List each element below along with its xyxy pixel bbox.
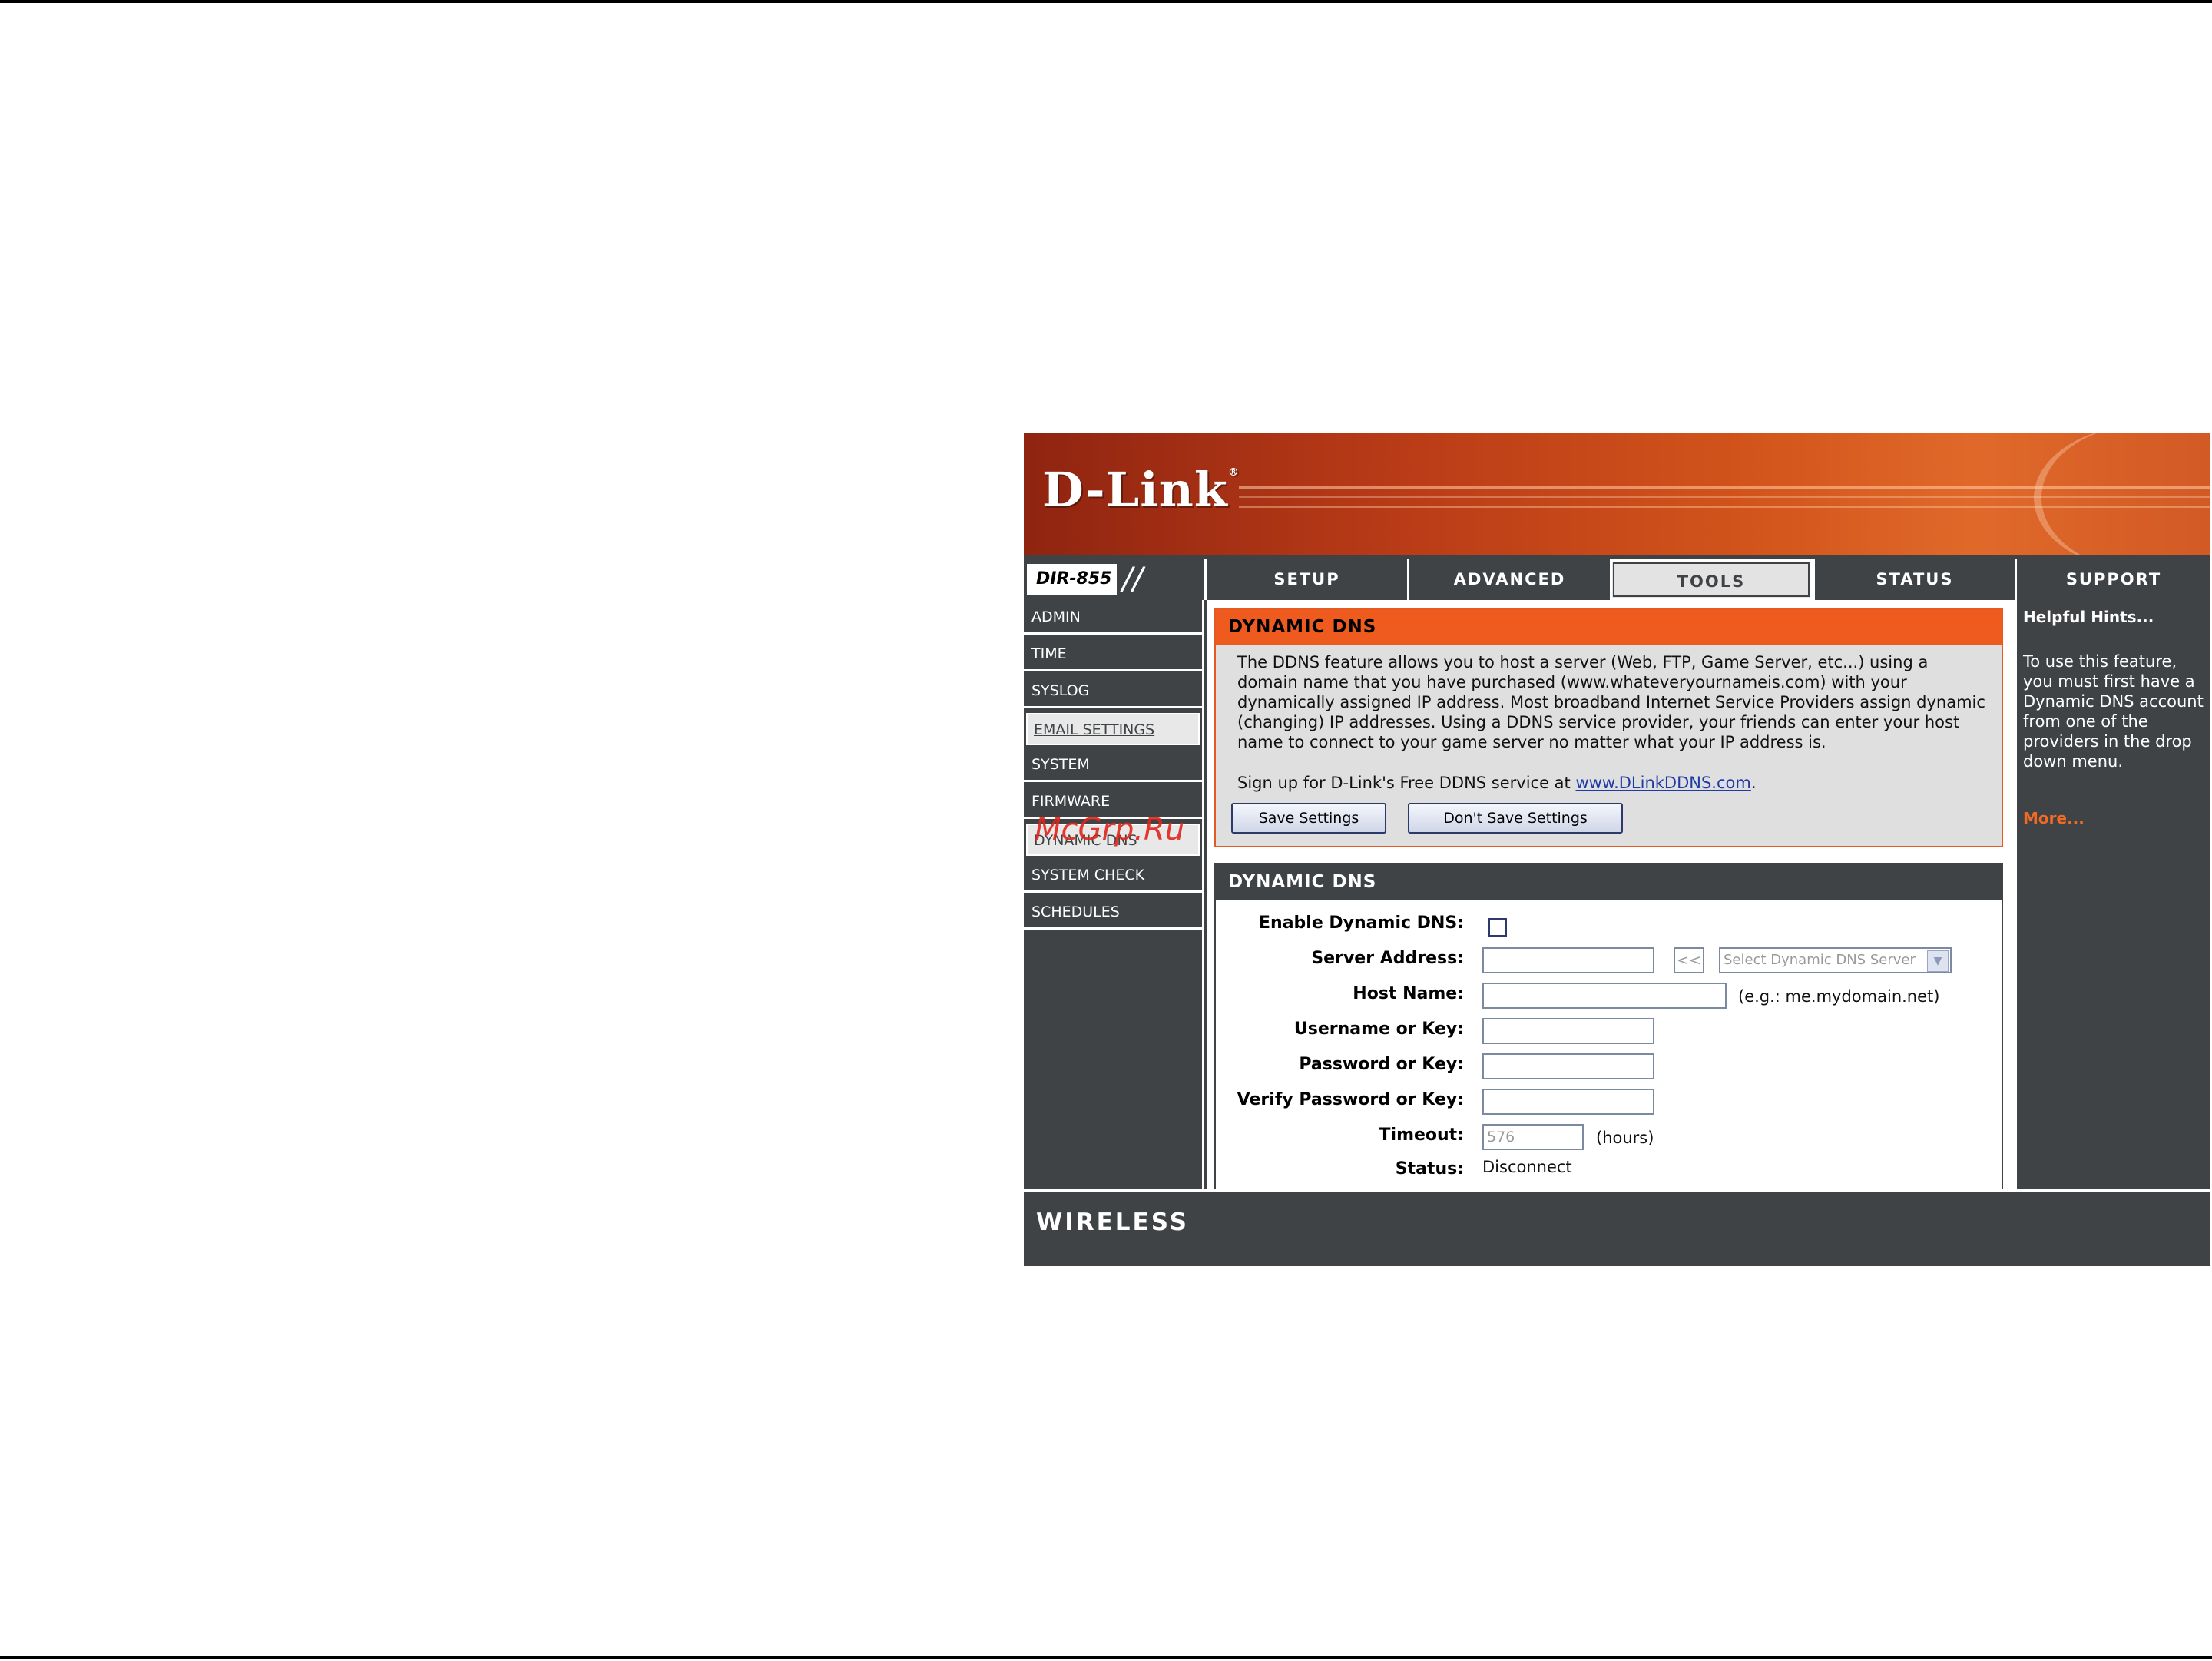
footer: WIRELESS: [1024, 1189, 2210, 1266]
slash-decoration: //: [1122, 562, 1143, 597]
sidebar-item-admin[interactable]: ADMIN: [1024, 600, 1202, 635]
server-address-label: Server Address:: [1311, 949, 1464, 968]
tab-advanced[interactable]: ADVANCED: [1407, 559, 1610, 600]
sidebar-item-time[interactable]: TIME: [1024, 637, 1202, 671]
model-name: DIR-855: [1027, 564, 1117, 595]
header-banner: D-Link®: [1024, 433, 2210, 555]
dlinkddns-link[interactable]: www.DLinkDDNS.com: [1575, 774, 1750, 792]
model-label: DIR-855 //: [1024, 559, 1204, 600]
sidebar-item-syslog[interactable]: SYSLOG: [1024, 674, 1202, 708]
bottom-rule: [0, 1656, 2212, 1659]
save-settings-button[interactable]: Save Settings: [1231, 803, 1386, 834]
status-label: Status:: [1395, 1159, 1464, 1179]
sidebar-item-email-settings[interactable]: EMAIL SETTINGS: [1024, 711, 1202, 748]
verify-password-input[interactable]: [1482, 1089, 1654, 1115]
host-name-input[interactable]: [1482, 983, 1727, 1009]
host-name-label: Host Name:: [1353, 984, 1464, 1003]
footer-wireless-label: WIRELESS: [1036, 1208, 1189, 1236]
sidebar: ADMIN TIME SYSLOG EMAIL SETTINGS SYSTEM …: [1024, 600, 1204, 1189]
verify-password-label: Verify Password or Key:: [1237, 1090, 1464, 1109]
chevron-down-icon: ▼: [1927, 950, 1949, 972]
server-copy-button[interactable]: <<: [1674, 947, 1704, 973]
dont-save-settings-button[interactable]: Don't Save Settings: [1408, 803, 1623, 834]
helpful-hints-panel: Helpful Hints... To use this feature, yo…: [2015, 600, 2210, 1189]
sidebar-item-system-check[interactable]: SYSTEM CHECK: [1024, 858, 1202, 893]
timeout-unit: (hours): [1596, 1129, 1654, 1147]
top-rule: [0, 0, 2212, 3]
username-input[interactable]: [1482, 1018, 1654, 1044]
tab-tools[interactable]: TOOLS: [1610, 559, 1813, 600]
watermark: McGrp.Ru: [1035, 812, 1185, 847]
signup-text: Sign up for D-Link's Free DDNS service a…: [1237, 774, 1757, 792]
username-label: Username or Key:: [1293, 1019, 1464, 1039]
hints-title: Helpful Hints...: [2023, 608, 2154, 626]
intro-panel: DYNAMIC DNS The DDNS feature allows you …: [1214, 608, 2003, 847]
status-value: Disconnect: [1482, 1158, 1572, 1176]
enable-ddns-label: Enable Dynamic DNS:: [1259, 913, 1464, 933]
password-input[interactable]: [1482, 1053, 1654, 1079]
enable-ddns-checkbox[interactable]: [1488, 918, 1507, 937]
host-name-hint: (e.g.: me.mydomain.net): [1738, 987, 1940, 1006]
password-label: Password or Key:: [1299, 1055, 1464, 1074]
timeout-input[interactable]: 576: [1482, 1124, 1584, 1150]
tab-status[interactable]: STATUS: [1813, 559, 2015, 600]
dlink-logo: D-Link®: [1042, 462, 1240, 518]
ddns-form-panel: DYNAMIC DNS Enable Dynamic DNS: Server A…: [1214, 863, 2003, 1201]
router-admin-page: D-Link® DIR-855 // SETUP ADVANCED TOOLS …: [1024, 433, 2210, 1266]
tab-support[interactable]: SUPPORT: [2015, 559, 2210, 600]
intro-title: DYNAMIC DNS: [1216, 609, 2002, 645]
tab-setup[interactable]: SETUP: [1204, 559, 1407, 600]
sidebar-item-schedules[interactable]: SCHEDULES: [1024, 895, 1202, 930]
hints-more-link[interactable]: More...: [2023, 809, 2085, 827]
server-address-input[interactable]: [1482, 947, 1654, 973]
ddns-server-select[interactable]: Select Dynamic DNS Server ▼: [1719, 947, 1952, 973]
hints-body: To use this feature, you must first have…: [2023, 652, 2204, 771]
form-title: DYNAMIC DNS: [1216, 864, 2002, 900]
timeout-label: Timeout:: [1379, 1126, 1464, 1145]
intro-description: The DDNS feature allows you to host a se…: [1237, 653, 1985, 751]
sidebar-item-system[interactable]: SYSTEM: [1024, 748, 1202, 782]
